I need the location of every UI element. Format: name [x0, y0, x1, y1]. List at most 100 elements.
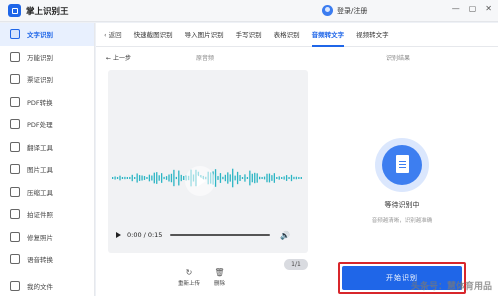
waveform-bar — [278, 176, 280, 180]
sub-header: ← 上一步 原音频 识别结果 — [96, 53, 498, 67]
back-label: 返回 — [108, 30, 122, 39]
minimize-button[interactable]: — — [452, 4, 460, 13]
prev-step-label: 上一步 — [112, 55, 131, 62]
document-icon — [375, 138, 429, 192]
waveform-bar — [134, 177, 136, 179]
reupload-button[interactable]: ↻ 重新上传 — [178, 268, 200, 287]
sidebar-item-label: 拍证件照 — [27, 211, 53, 220]
waveform-bar — [232, 168, 234, 188]
id-photo-icon — [10, 209, 20, 220]
sidebar-item-universal[interactable]: 万能识别 — [0, 46, 94, 69]
waveform-bar — [146, 177, 148, 179]
tab-quick-screenshot[interactable]: 快速截图识别 — [134, 23, 173, 47]
status-text: 等待识别中 — [384, 201, 420, 209]
waveform-bar — [138, 175, 141, 181]
window-controls: — ▢ ✕ — [452, 4, 492, 13]
waveform-bar — [244, 174, 246, 182]
waveform-bar — [236, 171, 239, 185]
waveform-bar — [295, 176, 298, 180]
sidebar-item-label: 票证识别 — [27, 76, 53, 85]
waveform-bar — [114, 176, 116, 180]
waveform-bar — [222, 176, 224, 180]
waveform-bar — [161, 173, 163, 183]
translate-icon — [10, 141, 20, 152]
tab-handwriting[interactable]: 手写识别 — [236, 23, 262, 47]
sidebar-item-translate[interactable]: 翻译工具 — [0, 136, 94, 159]
delete-button[interactable]: 🗑 删除 — [214, 268, 225, 287]
waveform-bar — [285, 175, 288, 181]
sidebar-item-id-photo[interactable]: 拍证件照 — [0, 203, 94, 226]
prev-step-button[interactable]: ← 上一步 — [106, 53, 131, 62]
sidebar-item-label: 修复照片 — [27, 233, 53, 242]
waveform-bar — [249, 170, 251, 186]
result-panel: 等待识别中 音频越清晰，识别越准确 开始识别 — [332, 70, 498, 296]
waveform-bar — [227, 172, 229, 184]
tab-table[interactable]: 表格识别 — [274, 23, 300, 47]
play-overlay-button[interactable] — [185, 166, 215, 196]
sidebar-item-pdf-process[interactable]: PDF处理 — [0, 113, 94, 136]
waveform-bar — [283, 176, 285, 180]
waveform-bar — [170, 173, 173, 183]
close-button[interactable]: ✕ — [485, 4, 492, 13]
app-title: 掌上识别王 — [26, 6, 69, 17]
text-recognition-icon — [10, 29, 20, 40]
sidebar-item-repair-photo[interactable]: 修复照片 — [0, 226, 94, 249]
waveform-bar — [156, 172, 158, 184]
volume-icon[interactable]: 🔊 — [280, 231, 290, 240]
tab-bar: ‹ 返回 快速截图识别 导入图片识别 手写识别 表格识别 音频转文字 视频转文字 — [96, 23, 498, 47]
login-link[interactable]: 登录/注册 — [322, 5, 367, 16]
sidebar-item-text-recognition[interactable]: 文字识别 — [0, 23, 94, 46]
waveform-bar — [214, 169, 217, 187]
waveform-bar — [143, 176, 146, 180]
waveform-bar — [298, 177, 300, 179]
reupload-icon: ↻ — [185, 268, 193, 277]
waveform-bar — [288, 177, 290, 179]
waveform-bar — [254, 172, 256, 184]
waveform-bar — [290, 174, 293, 182]
original-audio-label: 原音频 — [196, 55, 215, 62]
sidebar-item-compress[interactable]: 压缩工具 — [0, 181, 94, 204]
sidebar-item-label: 万能识别 — [27, 53, 53, 62]
tab-video-to-text[interactable]: 视频转文字 — [356, 23, 389, 47]
result-label: 识别结果 — [386, 55, 411, 62]
maximize-button[interactable]: ▢ — [469, 4, 477, 13]
delete-icon: 🗑 — [214, 268, 225, 277]
sidebar-item-image-tool[interactable]: 图片工具 — [0, 158, 94, 181]
seek-bar[interactable] — [170, 234, 271, 236]
tab-import-image[interactable]: 导入图片识别 — [185, 23, 224, 47]
avatar-icon — [322, 5, 333, 16]
sidebar-item-my-files[interactable]: 我的文件 — [0, 275, 95, 296]
waveform-bar — [151, 175, 153, 181]
sidebar-item-voice[interactable]: 语音转换 — [0, 248, 94, 271]
waveform-bar — [219, 173, 222, 183]
waveform-bar — [300, 177, 302, 179]
sidebar-item-label: 压缩工具 — [27, 188, 53, 197]
waveform-bar — [165, 176, 168, 180]
waveform-bar — [116, 177, 119, 179]
waveform-bar — [241, 177, 244, 179]
image-tool-icon — [10, 164, 20, 175]
login-label: 登录/注册 — [337, 6, 368, 15]
voice-icon — [10, 254, 20, 265]
waveform — [112, 168, 302, 188]
waveform-bar — [148, 174, 151, 182]
sidebar-item-pdf-convert[interactable]: PDF转换 — [0, 91, 94, 114]
page-indicator: 1/1 — [284, 259, 308, 270]
play-icon[interactable] — [116, 232, 121, 238]
tab-audio-to-text[interactable]: 音频转文字 — [311, 23, 344, 47]
waveform-bar — [246, 177, 249, 179]
pdf-convert-icon — [10, 96, 20, 107]
sidebar-item-label: PDF处理 — [27, 121, 53, 130]
waveform-bar — [141, 175, 143, 181]
reupload-label: 重新上传 — [178, 281, 201, 287]
sidebar: 文字识别 万能识别 票证识别 PDF转换 PDF处理 翻译工具 图片工具 压缩工… — [0, 23, 95, 296]
waveform-bar — [121, 177, 124, 179]
back-button[interactable]: ‹ 返回 — [104, 23, 122, 47]
sidebar-item-label: 语音转换 — [27, 256, 53, 265]
waveform-bar — [136, 173, 138, 183]
waveform-bar — [168, 174, 170, 182]
sidebar-item-ticket[interactable]: 票证识别 — [0, 68, 94, 91]
waveform-bar — [271, 175, 273, 181]
title-bar: 掌上识别王 登录/注册 — ▢ ✕ — [0, 0, 498, 22]
my-files-icon — [10, 281, 20, 292]
